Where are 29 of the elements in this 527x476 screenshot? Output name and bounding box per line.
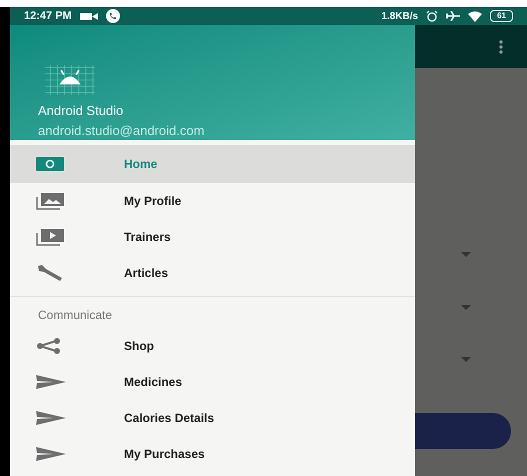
- menu-item[interactable]: My Purchases: [10, 436, 415, 472]
- share-icon: [36, 338, 62, 354]
- photo-stack-icon: [36, 192, 64, 210]
- send-icon: [36, 447, 66, 461]
- dropdown-caret-icon: [461, 252, 471, 257]
- alarm-icon: [426, 10, 438, 22]
- video-camera-icon: [80, 12, 98, 20]
- send-icon: [36, 375, 66, 389]
- status-time: 12:47 PM: [24, 8, 72, 24]
- section-header: Communicate: [37, 307, 114, 324]
- send-icon: [36, 411, 66, 425]
- airplane-icon: [446, 11, 460, 21]
- wifi-icon: [468, 10, 482, 22]
- wrench-icon: [36, 264, 64, 282]
- camera-icon: [36, 157, 64, 171]
- more-options-icon[interactable]: [499, 40, 503, 54]
- menu-item[interactable]: Calories Details: [10, 400, 415, 436]
- dropdown-caret-icon: [461, 357, 471, 362]
- menu-item[interactable]: Medicines: [10, 364, 415, 400]
- account-name: Android Studio: [38, 102, 124, 120]
- menu-item[interactable]: Trainers: [10, 219, 415, 255]
- menu-item[interactable]: Shop: [10, 328, 415, 364]
- battery-indicator: 61: [490, 10, 513, 22]
- video-stack-icon: [36, 228, 64, 246]
- account-email: android.studio@android.com: [38, 122, 206, 140]
- menu-item[interactable]: My Profile: [10, 183, 415, 219]
- network-speed: 1.8KB/s: [381, 10, 418, 24]
- menu-item[interactable]: Articles: [10, 255, 415, 291]
- dropdown-caret-icon: [461, 305, 471, 310]
